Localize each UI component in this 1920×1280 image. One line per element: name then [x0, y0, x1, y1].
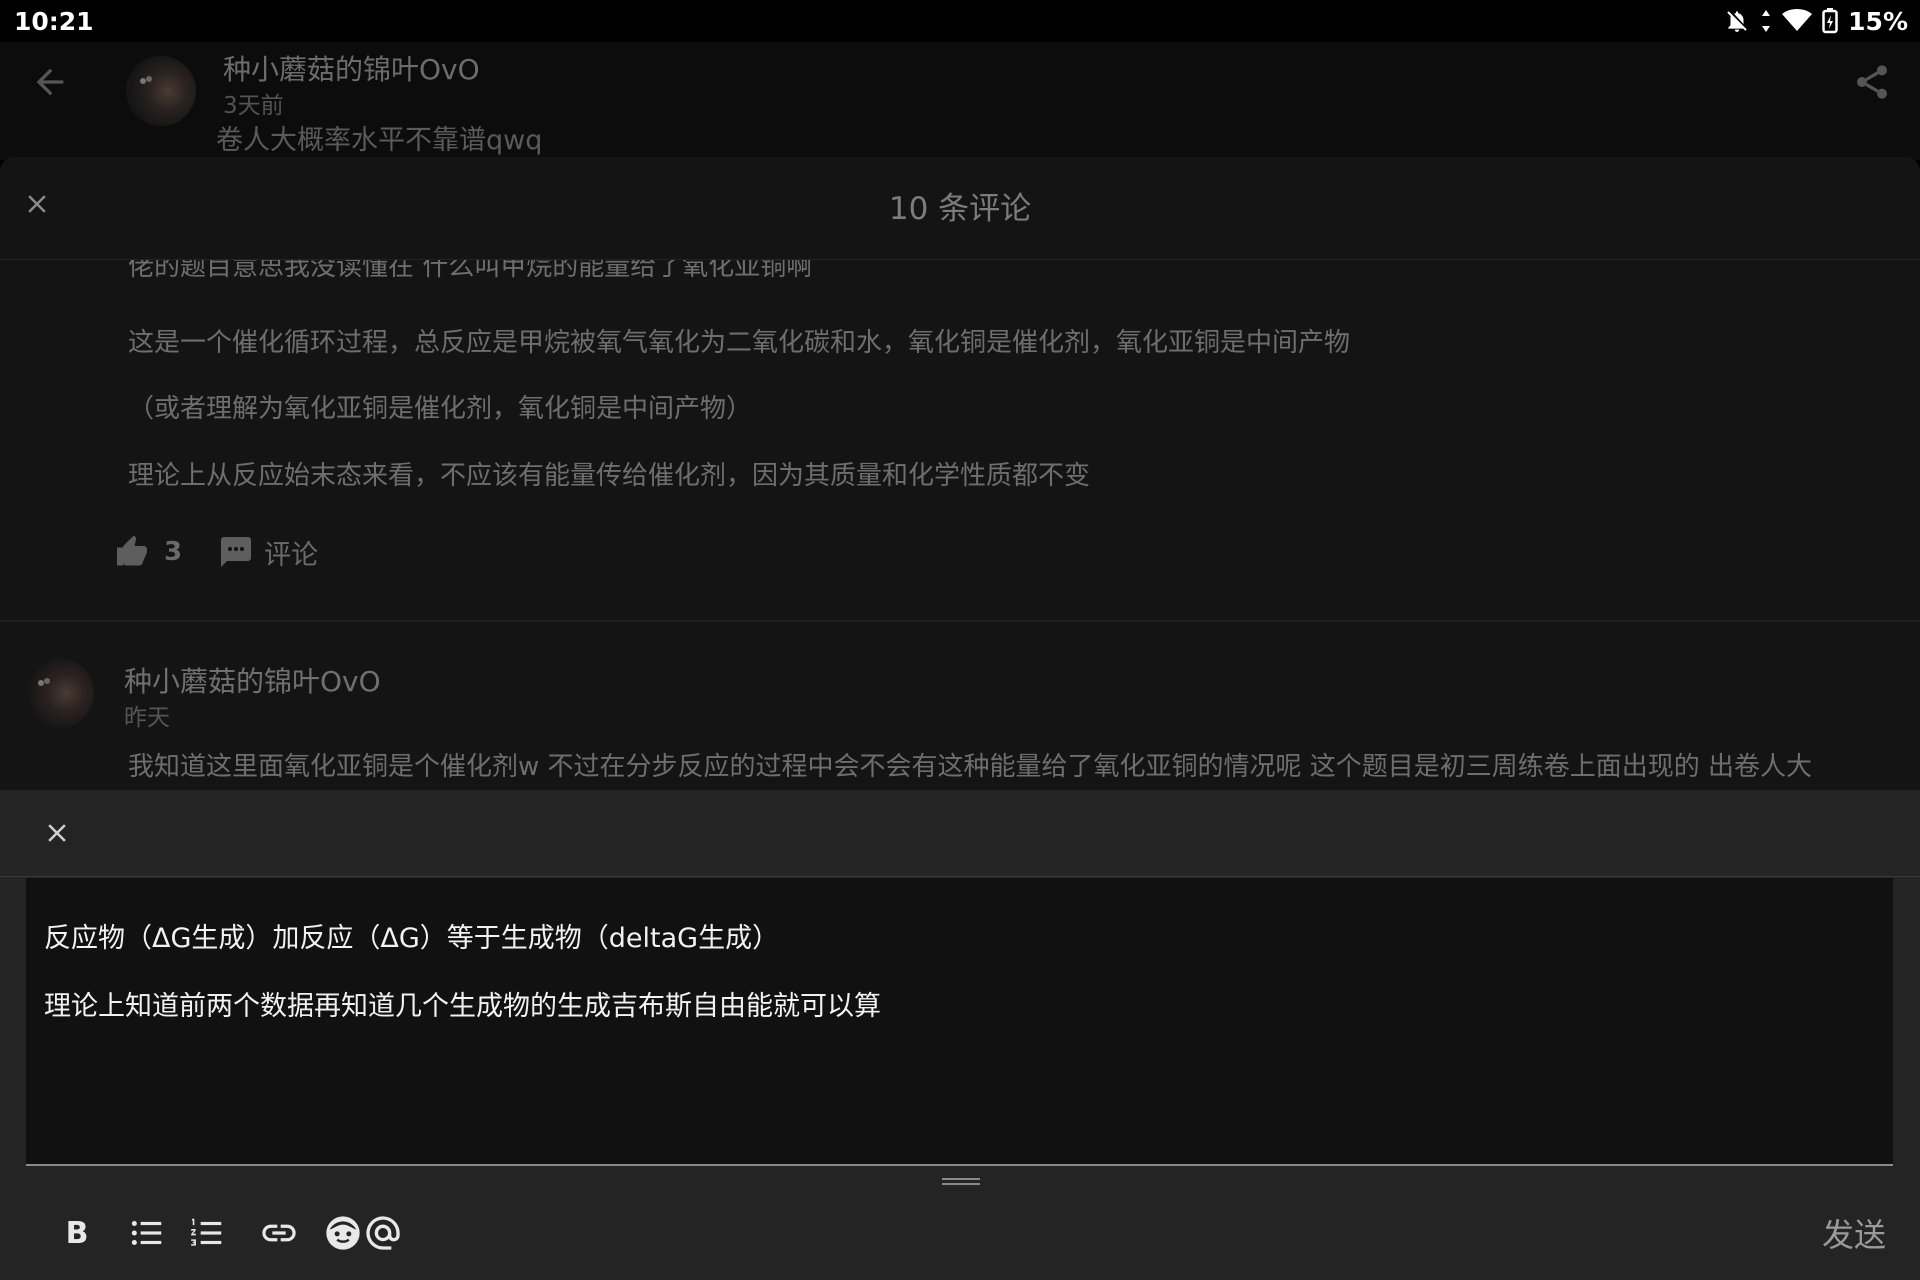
comment-text-line: 这是一个催化循环过程，总反应是甲烷被氧气氧化为二氧化碳和水，氧化铜是催化剂，氧化… [128, 328, 1351, 358]
back-arrow-icon[interactable] [30, 62, 70, 102]
comment-text-line: 理论上从反应始末态来看，不应该有能量传给催化剂，因为其质量和化学性质都不变 [128, 461, 1091, 491]
bulleted-list-button[interactable] [124, 1210, 170, 1256]
at-sign-icon [366, 1216, 400, 1250]
comment-author-name[interactable]: 种小蘑菇的锦叶OvO [124, 660, 381, 700]
bulleted-list-icon [131, 1220, 162, 1246]
comment-divider [0, 620, 1920, 622]
editor-toolbar: B 发送 [0, 1190, 1920, 1280]
comment-author-avatar[interactable] [24, 658, 94, 728]
editor-resize-handle[interactable] [942, 1178, 980, 1188]
insert-link-button[interactable] [256, 1210, 302, 1256]
comment-text-cut: 佬的题目意思我没读懂在 什么叫甲烷的能量给了氧化亚铜啊 [128, 260, 813, 282]
post-header: 种小蘑菇的锦叶OvO 3天前 卷人大概率水平不靠谱qwq [0, 42, 1920, 160]
post-title: 卷人大概率水平不靠谱qwq [216, 125, 543, 156]
editor-text-line: 反应物（ΔG生成）加反应（ΔG）等于生成物（deltaG生成） [44, 923, 780, 954]
editor-text-line: 理论上知道前两个数据再知道几个生成物的生成吉布斯自由能就可以算 [44, 991, 881, 1022]
comment-text-line: （或者理解为氧化亚铜是催化剂，氧化铜是中间产物） [128, 394, 753, 424]
comment-reply-label[interactable]: 评论 [264, 533, 318, 572]
comment-count-title: 10 条评论 [888, 191, 1032, 227]
emoji-face-icon [326, 1216, 360, 1250]
numbered-list-icon [191, 1218, 222, 1246]
post-time: 3天前 [223, 93, 284, 119]
battery-charging-icon [1822, 8, 1838, 34]
screen: 10:21 15% 种小蘑菇的锦叶OvO 3天前 卷人大概率水平不靠谱qwq 1… [0, 0, 1920, 1280]
comment-time: 昨天 [124, 705, 170, 731]
link-icon [262, 1224, 296, 1242]
send-button[interactable]: 发送 [1822, 1210, 1886, 1256]
thumbs-up-icon[interactable] [114, 534, 150, 570]
status-bar: 10:21 15% [0, 0, 1920, 42]
share-icon[interactable] [1852, 62, 1892, 102]
like-count[interactable]: 3 [164, 537, 182, 567]
numbered-list-button[interactable] [184, 1210, 230, 1256]
reply-editor-panel: 反应物（ΔG生成）加反应（ΔG）等于生成物（deltaG生成） 理论上知道前两个… [0, 790, 1920, 1280]
reply-topbar [0, 790, 1920, 877]
post-author-avatar[interactable] [126, 56, 196, 126]
comment-list: 佬的题目意思我没读懂在 什么叫甲烷的能量给了氧化亚铜啊 这是一个催化循环过程，总… [0, 260, 1920, 790]
mention-button[interactable] [360, 1210, 406, 1256]
notifications-off-icon [1727, 11, 1747, 32]
comment-text-line: 我知道这里面氧化亚铜是个催化剂w 不过在分步反应的过程中会不会有这种能量给了氧化… [128, 752, 1813, 782]
status-icons: 15% [1724, 6, 1908, 36]
comment-actions: 3 评论 [114, 530, 318, 574]
battery-percent: 15% [1848, 6, 1908, 36]
close-editor-icon[interactable] [42, 818, 72, 848]
sheet-header: 10 条评论 [0, 157, 1920, 260]
post-author-name[interactable]: 种小蘑菇的锦叶OvO [223, 48, 480, 88]
status-time: 10:21 [14, 7, 94, 36]
wifi-icon [1782, 9, 1813, 31]
reply-text-editor[interactable]: 反应物（ΔG生成）加反应（ΔG）等于生成物（deltaG生成） 理论上知道前两个… [26, 878, 1893, 1166]
data-arrows-icon [1762, 10, 1771, 32]
comment-bubble-icon[interactable] [218, 534, 254, 570]
bold-button[interactable]: B [54, 1210, 100, 1256]
